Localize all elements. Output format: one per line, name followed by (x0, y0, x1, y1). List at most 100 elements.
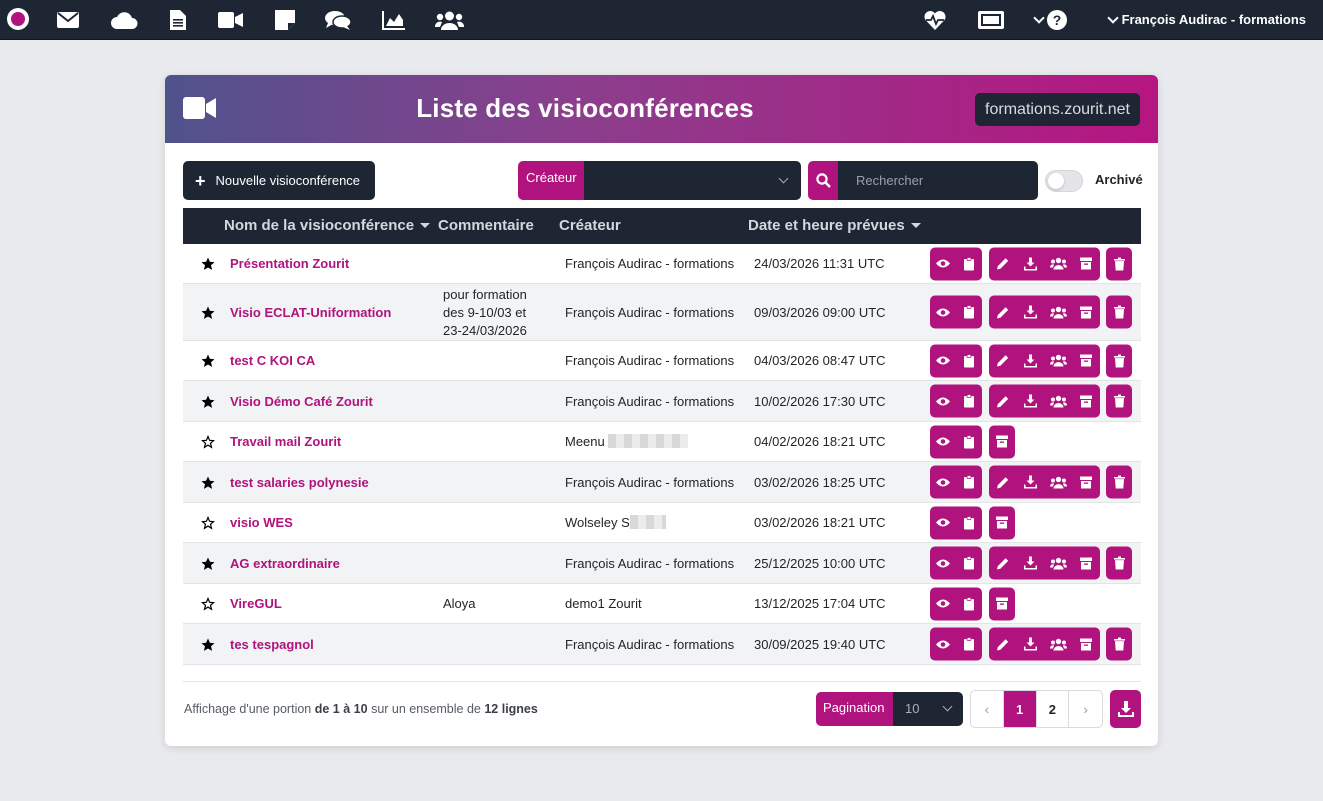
visio-name-link[interactable]: Visio Démo Café Zourit (230, 394, 373, 409)
video-icon[interactable] (218, 8, 243, 32)
visio-name-link[interactable]: tes tespagnol (230, 637, 314, 652)
clipboard-button[interactable] (956, 628, 982, 661)
visio-name-link[interactable]: test salaries polynesie (230, 475, 369, 490)
users-button[interactable] (1045, 247, 1073, 280)
archive-button[interactable] (1072, 385, 1100, 418)
clipboard-button[interactable] (956, 506, 982, 539)
eye-button[interactable] (930, 506, 956, 539)
column-name-header[interactable]: Nom de la visioconférence (224, 217, 431, 234)
creator-select[interactable] (584, 161, 801, 200)
users-button[interactable] (1045, 385, 1073, 418)
visio-name-link[interactable]: visio WES (230, 515, 293, 530)
users-button[interactable] (1045, 344, 1073, 377)
download-button[interactable] (1017, 247, 1045, 280)
mail-icon[interactable] (57, 8, 79, 32)
visio-name-link[interactable]: Présentation Zourit (230, 256, 349, 271)
trash-button[interactable] (1106, 547, 1132, 580)
pencil-button[interactable] (989, 296, 1017, 329)
archive-button[interactable] (1072, 344, 1100, 377)
users-button[interactable] (1045, 466, 1073, 499)
download-button[interactable] (1017, 296, 1045, 329)
search-icon[interactable] (808, 161, 838, 200)
eye-button[interactable] (930, 247, 956, 280)
users-icon[interactable] (435, 8, 464, 32)
download-button[interactable] (1017, 628, 1045, 661)
page-size-value[interactable]: 10 (893, 692, 963, 726)
archive-button[interactable] (1072, 628, 1100, 661)
creator-filter[interactable]: Créateur (518, 161, 801, 200)
eye-button[interactable] (930, 385, 956, 418)
user-menu[interactable]: François Audirac - formations (1106, 11, 1306, 27)
chart-icon[interactable] (382, 8, 405, 32)
cloud-icon[interactable] (110, 8, 138, 32)
archive-button[interactable] (989, 506, 1015, 539)
search-box (808, 161, 1038, 200)
trash-button[interactable] (1106, 296, 1132, 329)
clipboard-button[interactable] (956, 587, 982, 620)
users-button[interactable] (1045, 547, 1073, 580)
download-button[interactable] (1017, 466, 1045, 499)
clipboard-button[interactable] (956, 344, 982, 377)
visio-name-link[interactable]: Visio ECLAT-Uniformation (230, 305, 391, 320)
new-visio-button[interactable]: + Nouvelle visioconférence (183, 161, 375, 200)
visio-name-link[interactable]: test C KOI CA (230, 353, 315, 368)
download-button[interactable] (1017, 385, 1045, 418)
archive-button[interactable] (1072, 466, 1100, 499)
eye-icon (936, 518, 950, 528)
next-page-button[interactable]: › (1069, 691, 1102, 727)
help-menu[interactable]: ? (1033, 8, 1067, 32)
pencil-button[interactable] (989, 385, 1017, 418)
users-button[interactable] (1045, 296, 1073, 329)
eye-button[interactable] (930, 547, 956, 580)
pencil-button[interactable] (989, 247, 1017, 280)
trash-button[interactable] (1106, 344, 1132, 377)
clipboard-button[interactable] (956, 425, 982, 458)
pencil-button[interactable] (989, 466, 1017, 499)
trash-button[interactable] (1106, 385, 1132, 418)
eye-button[interactable] (930, 587, 956, 620)
archive-button[interactable] (989, 425, 1015, 458)
clipboard-icon (964, 516, 974, 529)
prev-page-button[interactable]: ‹ (971, 691, 1004, 727)
trash-button[interactable] (1106, 628, 1132, 661)
eye-button[interactable] (930, 344, 956, 377)
pencil-icon (996, 258, 1009, 270)
export-button[interactable] (1110, 690, 1141, 728)
screen-icon[interactable] (978, 8, 1004, 32)
pencil-button[interactable] (989, 628, 1017, 661)
download-button[interactable] (1017, 344, 1045, 377)
pencil-button[interactable] (989, 344, 1017, 377)
clipboard-button[interactable] (956, 547, 982, 580)
document-icon[interactable] (170, 8, 186, 32)
clipboard-button[interactable] (956, 247, 982, 280)
page-size-select[interactable]: Pagination 10 (816, 692, 963, 726)
archived-toggle[interactable] (1045, 170, 1083, 192)
eye-button[interactable] (930, 425, 956, 458)
users-button[interactable] (1045, 628, 1073, 661)
clipboard-button[interactable] (956, 385, 982, 418)
archive-button[interactable] (1072, 247, 1100, 280)
column-date-header[interactable]: Date et heure prévues (748, 217, 921, 234)
visio-name-link[interactable]: VireGUL (230, 596, 282, 611)
download-button[interactable] (1017, 547, 1045, 580)
eye-button[interactable] (930, 628, 956, 661)
search-input[interactable] (838, 161, 1038, 200)
trash-button[interactable] (1106, 247, 1132, 280)
clipboard-button[interactable] (956, 466, 982, 499)
archive-button[interactable] (989, 587, 1015, 620)
archive-button[interactable] (1072, 296, 1100, 329)
archive-button[interactable] (1072, 547, 1100, 580)
heartbeat-icon[interactable] (924, 8, 946, 32)
visio-name-link[interactable]: Travail mail Zourit (230, 434, 341, 449)
pencil-button[interactable] (989, 547, 1017, 580)
note-icon[interactable] (275, 8, 295, 32)
clipboard-button[interactable] (956, 296, 982, 329)
page-1-button[interactable]: 1 (1003, 691, 1037, 727)
eye-button[interactable] (930, 296, 956, 329)
chat-icon[interactable] (325, 8, 351, 32)
trash-button[interactable] (1106, 466, 1132, 499)
visio-name-link[interactable]: AG extraordinaire (230, 556, 340, 571)
octopus-logo[interactable] (7, 8, 29, 30)
eye-button[interactable] (930, 466, 956, 499)
page-2-button[interactable]: 2 (1037, 691, 1070, 727)
